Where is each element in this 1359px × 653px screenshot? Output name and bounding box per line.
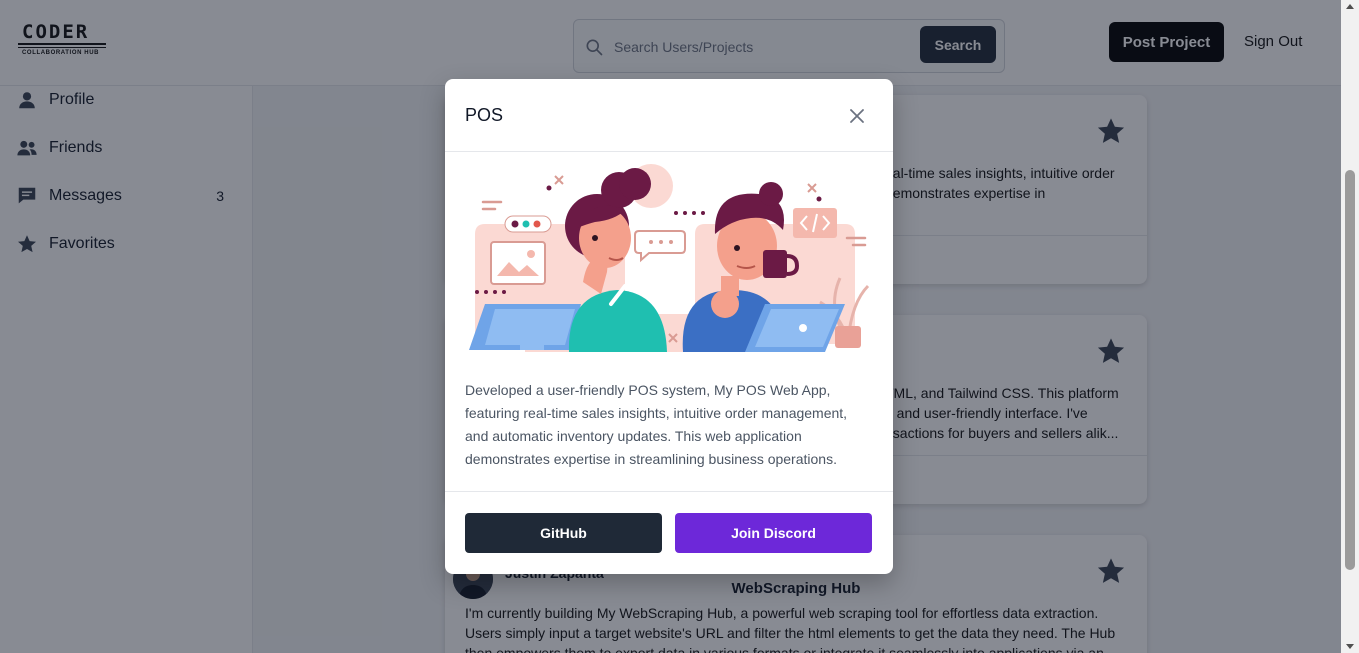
modal-header: POS — [445, 79, 893, 152]
scroll-up-arrow-icon[interactable] — [1346, 4, 1354, 9]
project-illustration — [469, 164, 870, 352]
scroll-thumb[interactable] — [1345, 170, 1355, 570]
join-discord-button[interactable]: Join Discord — [675, 513, 872, 553]
modal-title: POS — [465, 105, 504, 125]
scroll-down-arrow-icon[interactable] — [1346, 644, 1354, 649]
modal-footer: GitHub Join Discord — [445, 491, 893, 574]
modal-description: Developed a user-friendly POS system, My… — [465, 382, 848, 467]
close-icon — [850, 109, 864, 123]
page-scrollbar[interactable] — [1341, 0, 1359, 653]
github-button[interactable]: GitHub — [465, 513, 662, 553]
project-modal: POS Developed a user-friendly POS system… — [445, 79, 893, 574]
close-button[interactable] — [843, 102, 871, 130]
